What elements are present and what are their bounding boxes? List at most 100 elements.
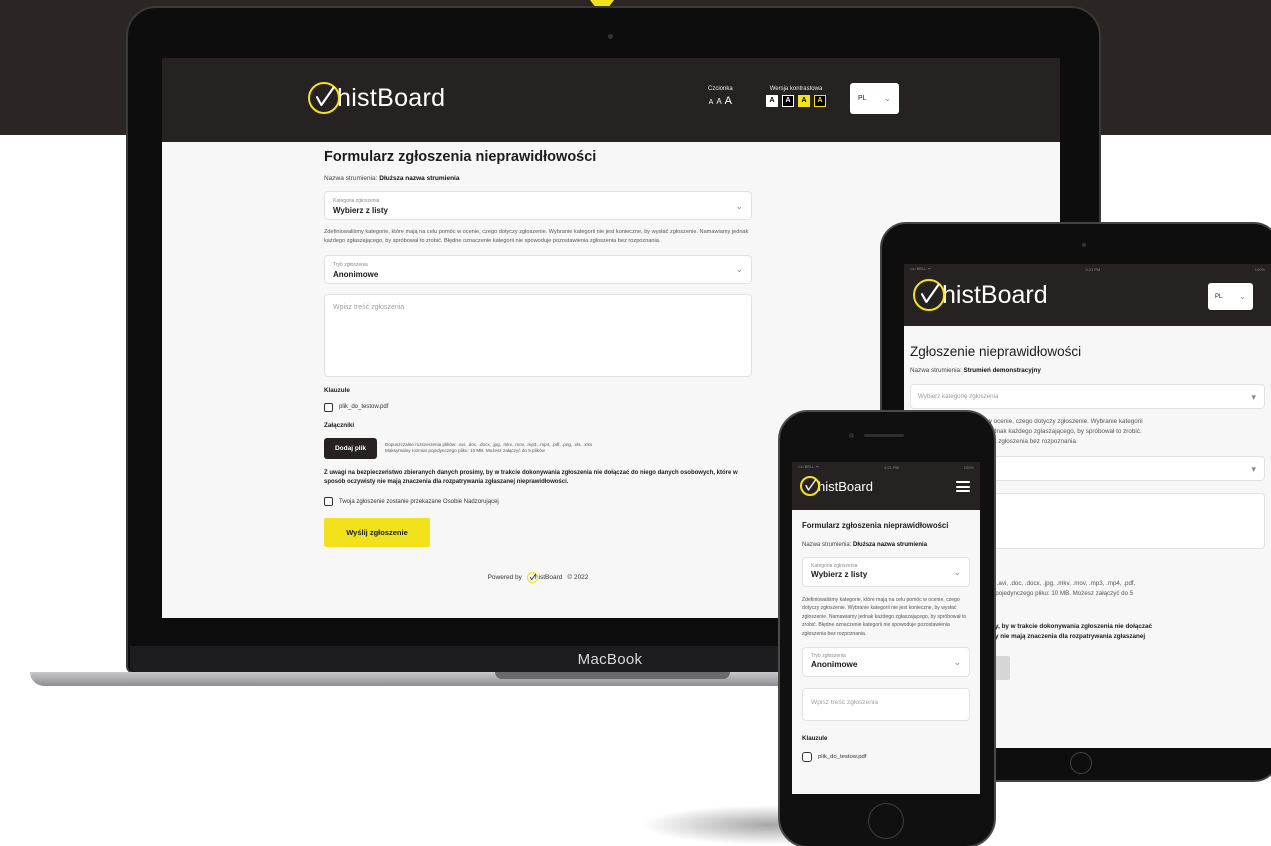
- phone-site-header: •••• BELL ᯤ 4:21 PM 100% histBoard: [792, 462, 980, 510]
- site-logo[interactable]: histBoard: [308, 82, 445, 114]
- tablet-page-title: Zgłoszenie nieprawidłowości: [910, 344, 1082, 359]
- attachment-upload-row: Dodaj plik Dopuszczalne rozszerzenia pli…: [324, 437, 752, 459]
- site-footer: Powered by histBoard © 2022: [324, 572, 752, 583]
- chevron-down-icon: ⌄: [735, 264, 743, 275]
- checkmark-circle-logo-icon: [526, 572, 538, 583]
- tablet-site-header: •••• BELL ᯤ 4:21 PM 100% histBoard PL ⌄: [904, 264, 1271, 326]
- stream-label: Nazwa strumienia:: [802, 542, 852, 548]
- contrast-option-black[interactable]: A: [782, 95, 794, 107]
- clock-text: 4:21 PM: [1085, 266, 1101, 272]
- phone-stream-line: Nazwa strumienia: Dłuższa nazwa strumien…: [802, 542, 972, 548]
- tablet-category-select[interactable]: Wybierz kategorię zgłoszenia ▾: [910, 384, 1265, 409]
- language-value: PL: [858, 95, 867, 102]
- font-size-medium-button[interactable]: A: [716, 97, 721, 106]
- stream-value: Dłuższa nazwa strumienia: [379, 175, 460, 182]
- chevron-down-icon: ⌄: [1239, 292, 1246, 301]
- submit-report-button[interactable]: Wyślij zgłoszenie: [324, 518, 430, 548]
- carrier-text: •••• BELL ᯤ: [910, 266, 932, 271]
- phone-content-textarea[interactable]: Wpisz treść zgłoszenia: [802, 687, 970, 721]
- page-title: Formularz zgłoszenia nieprawidłowości: [324, 149, 597, 165]
- font-size-large-button[interactable]: A: [725, 95, 732, 107]
- tablet-language-select[interactable]: PL ⌄: [1208, 283, 1253, 310]
- phone-site-logo[interactable]: histBoard: [800, 476, 873, 496]
- site-header: histBoard Czcionka A A A Wersja kontrast…: [162, 58, 1060, 142]
- stream-label: Nazwa strumienia:: [324, 175, 378, 182]
- clause-checkbox[interactable]: [802, 751, 812, 762]
- tablet-home-button: [1070, 752, 1092, 774]
- laptop-brand-label: MacBook: [577, 651, 643, 668]
- font-size-small-button[interactable]: A: [709, 99, 714, 106]
- chevron-down-icon: ⌄: [953, 567, 961, 577]
- clause-file-name[interactable]: plik_do_testow.pdf: [818, 754, 866, 760]
- contrast-label: Wersja kontrastowa: [769, 86, 823, 92]
- phone-page-title: Formularz zgłoszenia nieprawidłowości: [802, 521, 949, 530]
- contrast-option-yellow[interactable]: A: [798, 95, 810, 107]
- upload-info: Dopuszczalne rozszerzenia plików: .avi, …: [385, 442, 592, 455]
- category-select-label: Kategoria zgłoszenia: [811, 563, 858, 569]
- footer-logo[interactable]: histBoard: [526, 572, 563, 583]
- category-placeholder: Wybierz kategorię zgłoszenia: [918, 393, 999, 400]
- phone-category-help: Zdefiniowaliśmy kategorie, które mają na…: [802, 597, 967, 637]
- clause-checkbox-row[interactable]: plik_do_testow.pdf: [324, 402, 752, 412]
- supervisor-checkbox[interactable]: [324, 497, 333, 507]
- checkmark-circle-logo-icon: [800, 476, 820, 496]
- clauses-heading: Klauzule: [324, 386, 350, 394]
- report-form: Formularz zgłoszenia nieprawidłowości Na…: [324, 149, 752, 548]
- report-mode-select[interactable]: Tryb zgłoszenia Anonimowe ⌄: [324, 254, 752, 284]
- phone-report-form: Formularz zgłoszenia nieprawidłowości Na…: [802, 521, 972, 762]
- contrast-option-black-yellow[interactable]: A: [814, 95, 826, 107]
- clause-checkbox[interactable]: [324, 402, 333, 412]
- battery-text: 100%: [1254, 266, 1265, 272]
- report-mode-label: Tryb zgłoszenia: [811, 652, 846, 659]
- category-help-text: Zdefiniowaliśmy kategorie, które mają na…: [324, 229, 749, 244]
- powered-by-text: Powered by: [487, 574, 522, 581]
- supervisor-checkbox-label[interactable]: Twoja zgłoszenie zostanie przekazane Oso…: [339, 499, 499, 505]
- phone-report-mode-select[interactable]: Tryb zgłoszenia Anonimowe ⌄: [802, 646, 970, 677]
- font-size-label: Czcionka: [708, 86, 733, 92]
- stream-label: Nazwa strumienia:: [910, 367, 962, 374]
- contrast-control: Wersja kontrastowa A A A A: [766, 86, 826, 107]
- max-size-text: Maksymalny rozmiar pojedynczego pliku: 1…: [385, 448, 545, 454]
- logo-wordmark: histBoard: [942, 280, 1048, 309]
- category-select[interactable]: Kategoria zgłoszenia Wybierz z listy ⌄: [324, 191, 752, 220]
- language-select[interactable]: PL ⌄: [850, 83, 899, 114]
- allowed-extensions-text: Dopuszczalne rozszerzenia plików: .avi, …: [385, 441, 593, 447]
- clause-file-name[interactable]: plik_do_testow.pdf: [339, 404, 388, 410]
- tablet-camera: [1082, 243, 1086, 247]
- category-select-value: Wybierz z listy: [333, 206, 388, 215]
- report-content-textarea[interactable]: Wpisz treść zgłoszenia: [324, 293, 752, 377]
- copyright-year: © 2022: [567, 574, 589, 581]
- stream-value: Strumień demonstracyjny: [963, 367, 1041, 374]
- tablet-site-logo[interactable]: histBoard: [913, 279, 1048, 311]
- clock-text: 4:21 PM: [883, 464, 899, 470]
- supervisor-checkbox-row[interactable]: Twoja zgłoszenie zostanie przekazane Oso…: [324, 497, 752, 507]
- contrast-option-white[interactable]: A: [766, 95, 778, 107]
- logo-wordmark: histBoard: [818, 478, 873, 494]
- checkmark-circle-logo-icon: [308, 82, 340, 114]
- logo-wordmark: histBoard: [337, 83, 446, 112]
- stream-name-line: Nazwa strumienia: Dłuższa nazwa strumien…: [324, 175, 752, 182]
- stream-value: Dłuższa nazwa strumienia: [853, 542, 928, 548]
- phone-camera: [849, 433, 854, 438]
- chevron-down-icon: ⌄: [884, 94, 891, 103]
- phone-clause-checkbox-row[interactable]: plik_do_testow.pdf: [802, 751, 972, 762]
- laptop-notch: [495, 672, 730, 679]
- add-file-button[interactable]: Dodaj plik: [324, 437, 377, 459]
- report-mode-value: Anonimowe: [333, 269, 379, 279]
- language-value: PL: [1215, 293, 1223, 300]
- category-select-label: Kategoria zgłoszenia: [333, 198, 380, 204]
- chevron-down-icon: ⌄: [735, 200, 743, 211]
- category-select-value: Wybierz z listy: [811, 570, 868, 579]
- phone-category-select[interactable]: Kategoria zgłoszenia Wybierz z listy ⌄: [802, 557, 970, 587]
- phone-status-bar: •••• BELL ᯤ 4:21 PM 100%: [792, 462, 980, 472]
- tablet-status-bar: •••• BELL ᯤ 4:21 PM 100%: [904, 264, 1271, 274]
- chevron-down-icon: ⌄: [953, 656, 961, 667]
- checkmark-circle-logo-icon: [913, 279, 945, 311]
- footer-wordmark: histBoard: [534, 574, 563, 581]
- phone-home-button: [868, 803, 904, 839]
- report-mode-label: Tryb zgłoszenia: [333, 261, 368, 268]
- attachments-heading: Załączniki: [324, 421, 355, 429]
- chevron-down-icon: ▾: [1251, 391, 1256, 402]
- phone-speaker: [864, 434, 904, 437]
- hamburger-menu-icon[interactable]: [956, 481, 970, 492]
